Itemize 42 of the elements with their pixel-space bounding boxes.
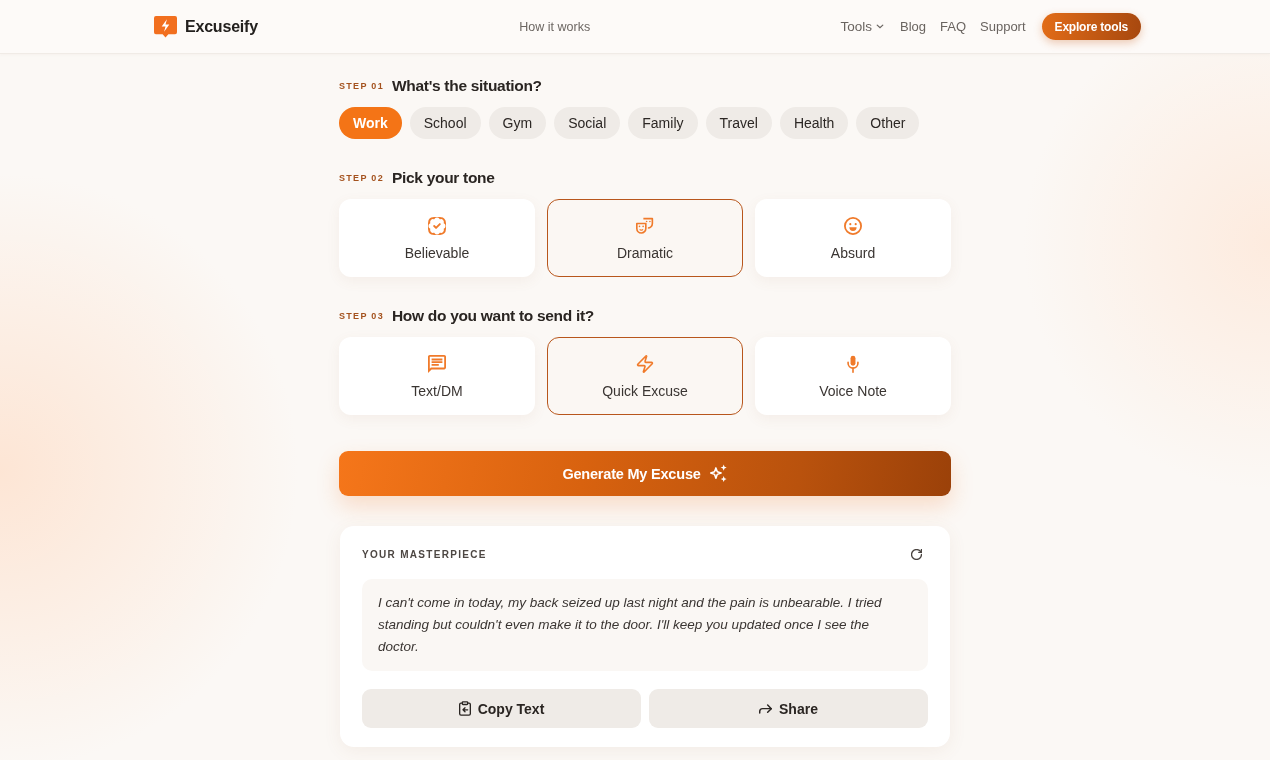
category-chip[interactable]: Gym: [488, 107, 547, 139]
option-card[interactable]: Text/DM: [339, 337, 535, 415]
action-button[interactable]: Share: [649, 689, 928, 728]
clipboard-icon: [458, 701, 471, 716]
smiley-icon: [844, 217, 862, 235]
logo-icon[interactable]: [153, 15, 178, 38]
explore-tools-button[interactable]: Explore tools: [1041, 13, 1141, 40]
curved-arrow-icon: [759, 703, 773, 714]
badge-check-icon: [428, 217, 446, 235]
nav-link[interactable]: How it works: [519, 19, 591, 34]
option-card[interactable]: Quick Excuse: [547, 337, 743, 415]
category-chip[interactable]: School: [409, 107, 481, 139]
lightning-icon: [636, 355, 654, 373]
option-card[interactable]: Dramatic: [547, 199, 743, 277]
nav-link[interactable]: Tools: [840, 19, 884, 34]
category-chip[interactable]: Other: [856, 107, 920, 139]
category-chip[interactable]: Family: [628, 107, 698, 139]
nav-link[interactable]: Blog: [900, 19, 926, 34]
category-chip[interactable]: Health: [779, 107, 849, 139]
result-title: YOUR MASTERPIECE: [362, 548, 487, 560]
step-title: What's the situation?: [391, 77, 542, 95]
option-card[interactable]: Voice Note: [755, 337, 951, 415]
step-title: Pick your tone: [391, 169, 495, 187]
microphone-icon: [844, 355, 862, 373]
refresh-icon[interactable]: [911, 548, 922, 560]
brand-name[interactable]: Excuseify: [185, 17, 258, 36]
nav-link[interactable]: Support: [980, 19, 1026, 34]
step-number: STEP 01: [339, 81, 384, 91]
category-chip[interactable]: Travel: [705, 107, 772, 139]
step-number: STEP 03: [339, 311, 384, 321]
step-number: STEP 02: [339, 173, 384, 183]
chat-icon: [428, 355, 446, 373]
sparkles-icon: [708, 464, 728, 483]
option-card[interactable]: Absurd: [755, 199, 951, 277]
excuse-text: I can't come in today, my back seized up last night and the pain is unbearable. I tried standing but couldn't even make it to the door. I'll keep you updated once I see the doctor.: [362, 579, 928, 671]
category-chip[interactable]: Social: [554, 107, 621, 139]
generate-button[interactable]: Generate My Excuse: [339, 451, 951, 496]
step-title: How do you want to send it?: [391, 307, 594, 325]
action-button[interactable]: Copy Text: [362, 689, 641, 728]
theater-masks-icon: [636, 217, 654, 235]
option-card[interactable]: Believable: [339, 199, 535, 277]
nav-link[interactable]: FAQ: [940, 19, 967, 34]
